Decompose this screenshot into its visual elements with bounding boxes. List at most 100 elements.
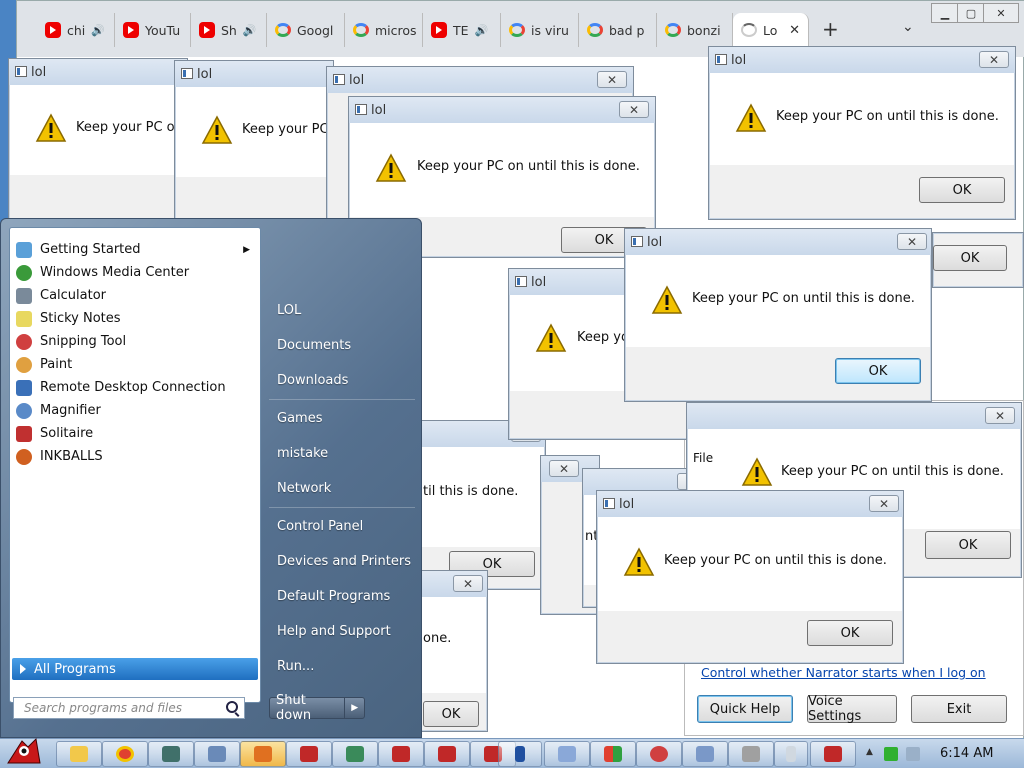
program-paint[interactable]: Paint [12, 353, 258, 376]
start-link-downloads[interactable]: Downloads [277, 373, 348, 388]
dialog-message: Keep your PC on until this is done. [664, 553, 887, 568]
tab-1[interactable]: YouTu [115, 13, 191, 47]
close-icon[interactable]: ✕ [869, 495, 899, 512]
program-label: Solitaire [40, 426, 94, 441]
taskbar-app[interactable] [194, 741, 240, 767]
taskbar-app[interactable] [810, 741, 856, 767]
start-programs-pane: Getting Started ▶ Windows Media Center Ca… [9, 227, 261, 703]
tab-4[interactable]: micros [345, 13, 423, 47]
start-link-mistake[interactable]: mistake [277, 446, 328, 461]
close-icon[interactable]: ✕ [985, 407, 1015, 424]
volume-icon[interactable] [906, 747, 920, 761]
program-calculator[interactable]: Calculator [12, 284, 258, 307]
start-link-control-panel[interactable]: Control Panel [277, 519, 363, 534]
voice-settings-button[interactable]: Voice Settings [807, 694, 897, 724]
taskbar-explorer[interactable] [56, 741, 102, 767]
close-window-button[interactable]: ✕ [983, 3, 1019, 23]
taskbar-app[interactable] [728, 741, 774, 767]
ok-button[interactable]: OK [807, 620, 893, 646]
speaker-icon[interactable]: 🔊 [243, 24, 257, 37]
tab-7[interactable]: bad p [579, 13, 657, 47]
taskbar-app[interactable] [682, 741, 728, 767]
new-tab-button[interactable]: + [822, 17, 839, 41]
ok-button[interactable]: OK [933, 245, 1007, 271]
close-icon[interactable]: ✕ [597, 71, 627, 88]
minimize-button[interactable]: ▁ [931, 3, 959, 23]
close-icon[interactable]: ✕ [619, 101, 649, 118]
battery-icon[interactable] [884, 747, 898, 761]
shutdown-options-arrow-icon[interactable]: ▶ [344, 698, 364, 718]
program-snipping-tool[interactable]: Snipping Tool [12, 330, 258, 353]
taskbar-app-active[interactable] [240, 741, 286, 767]
tray-expand-icon[interactable]: ▲ [866, 747, 880, 761]
taskbar-app[interactable] [498, 741, 542, 767]
program-getting-started[interactable]: Getting Started ▶ [12, 238, 258, 261]
start-link-lol[interactable]: LOL [277, 303, 301, 318]
program-label: Windows Media Center [40, 265, 190, 280]
tab-label: bonzi [687, 22, 721, 38]
search-icon[interactable] [226, 701, 238, 713]
quick-help-button[interactable]: Quick Help [697, 695, 793, 723]
search-placeholder: Search programs and files [24, 701, 182, 715]
start-link-help-support[interactable]: Help and Support [277, 624, 391, 639]
close-tab-icon[interactable]: ✕ [789, 23, 800, 38]
warning-icon [35, 113, 67, 142]
tab-2[interactable]: Sh 🔊 [191, 13, 267, 47]
taskbar-chrome[interactable] [102, 741, 148, 767]
tab-5[interactable]: TE 🔊 [423, 13, 501, 47]
tab-6[interactable]: is viru [501, 13, 579, 47]
program-inkballs[interactable]: INKBALLS [12, 445, 258, 468]
program-remote-desktop[interactable]: Remote Desktop Connection [12, 376, 258, 399]
taskbar-app[interactable] [636, 741, 682, 767]
taskbar-app[interactable] [332, 741, 378, 767]
taskbar-app[interactable] [286, 741, 332, 767]
close-icon[interactable]: ✕ [453, 575, 483, 592]
warning-icon [741, 457, 773, 486]
tab-3[interactable]: Googl [267, 13, 345, 47]
ok-button[interactable]: OK [423, 701, 479, 727]
program-label: Getting Started [40, 242, 141, 257]
program-windows-media-center[interactable]: Windows Media Center [12, 261, 258, 284]
taskbar-app[interactable] [424, 741, 470, 767]
warning-icon [735, 103, 767, 132]
taskbar-app[interactable] [544, 741, 590, 767]
speaker-icon[interactable]: 🔊 [475, 24, 489, 37]
ok-button[interactable]: OK [835, 358, 921, 384]
program-solitaire[interactable]: Solitaire [12, 422, 258, 445]
tab-9-active[interactable]: Lo ✕ [733, 13, 809, 47]
start-link-network[interactable]: Network [277, 481, 331, 496]
close-icon[interactable]: ✕ [549, 460, 579, 477]
taskbar-app[interactable] [774, 741, 808, 767]
start-link-default-programs[interactable]: Default Programs [277, 589, 390, 604]
narrator-startup-link[interactable]: Control whether Narrator starts when I l… [701, 665, 986, 680]
file-menu-label[interactable]: File [693, 451, 713, 465]
clock[interactable]: 6:14 AM [940, 746, 993, 761]
ok-button[interactable]: OK [925, 531, 1011, 559]
start-orb-icon[interactable] [4, 733, 44, 768]
separator [269, 399, 415, 400]
tab-0[interactable]: chi 🔊 [37, 13, 115, 47]
taskbar-app[interactable] [378, 741, 424, 767]
tab-search-button[interactable]: ⌄ [902, 19, 914, 35]
start-search-input[interactable]: Search programs and files [13, 697, 245, 719]
document-icon [696, 746, 714, 762]
taskbar-app[interactable] [148, 741, 194, 767]
tab-8[interactable]: bonzi [657, 13, 733, 47]
all-programs-button[interactable]: All Programs [12, 658, 258, 680]
program-sticky-notes[interactable]: Sticky Notes [12, 307, 258, 330]
start-link-run[interactable]: Run... [277, 659, 314, 674]
start-link-games[interactable]: Games [277, 411, 322, 426]
close-icon[interactable]: ✕ [897, 233, 927, 250]
taskbar-app[interactable] [590, 741, 636, 767]
ok-button[interactable]: OK [919, 177, 1005, 203]
start-link-devices-printers[interactable]: Devices and Printers [277, 554, 411, 569]
maximize-button[interactable]: ▢ [957, 3, 985, 23]
speaker-icon[interactable]: 🔊 [91, 24, 105, 37]
start-link-documents[interactable]: Documents [277, 338, 351, 353]
close-icon[interactable]: ✕ [979, 51, 1009, 68]
dialog-message: Keep your PC on until this is done. [776, 109, 999, 124]
shutdown-button[interactable]: Shut down ▶ [269, 693, 365, 723]
exit-button[interactable]: Exit [911, 695, 1007, 723]
tab-label: TE [453, 22, 469, 38]
program-magnifier[interactable]: Magnifier [12, 399, 258, 422]
